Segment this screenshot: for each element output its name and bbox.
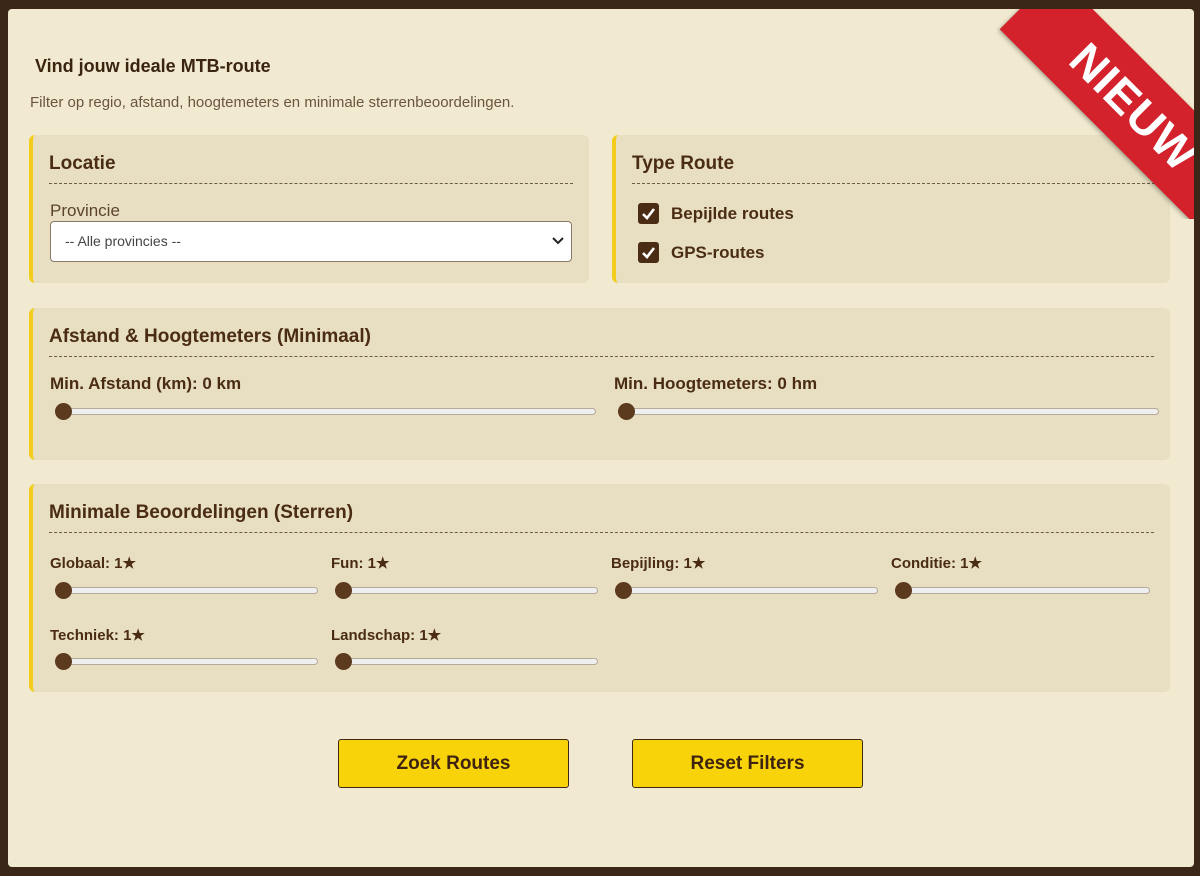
slider-track xyxy=(335,587,598,594)
slider-thumb[interactable] xyxy=(335,653,352,670)
slider-track xyxy=(615,587,878,594)
rating-label-bepijling: Bepijling: 1★ xyxy=(611,555,706,572)
reset-filters-button[interactable]: Reset Filters xyxy=(632,739,863,788)
new-badge: NIEUW xyxy=(999,9,1194,219)
location-heading: Locatie xyxy=(49,153,573,184)
slider-thumb[interactable] xyxy=(55,582,72,599)
slider-track xyxy=(895,587,1150,594)
slider-thumb[interactable] xyxy=(615,582,632,599)
slider-track xyxy=(335,658,598,665)
rating-slider-fun[interactable] xyxy=(335,582,598,599)
search-routes-button[interactable]: Zoek Routes xyxy=(338,739,569,788)
checkbox-checked-icon[interactable] xyxy=(638,242,659,263)
distance-panel: Afstand & Hoogtemeters (Minimaal) Min. A… xyxy=(29,308,1170,460)
rating-slider-bepijling[interactable] xyxy=(615,582,878,599)
distance-label: Min. Afstand (km): 0 km xyxy=(50,374,242,393)
checkbox-checked-icon[interactable] xyxy=(638,203,659,224)
slider-track xyxy=(618,408,1159,415)
chevron-down-icon xyxy=(552,237,564,245)
checkbox-label: Bepijlde routes xyxy=(671,203,794,223)
page-subtitle: Filter op regio, afstand, hoogtemeters e… xyxy=(30,94,515,111)
province-select[interactable]: -- Alle provincies -- xyxy=(50,221,572,262)
rating-slider-landschap[interactable] xyxy=(335,653,598,670)
checkbox-bepijlde-routes[interactable]: Bepijlde routes xyxy=(638,203,794,224)
rating-label-fun: Fun: 1★ xyxy=(331,555,390,572)
province-label: Provincie xyxy=(50,201,120,220)
checkbox-label: GPS-routes xyxy=(671,242,765,262)
slider-thumb[interactable] xyxy=(55,653,72,670)
rating-slider-conditie[interactable] xyxy=(895,582,1150,599)
slider-thumb[interactable] xyxy=(55,403,72,420)
rating-label-conditie: Conditie: 1★ xyxy=(891,555,982,572)
slider-thumb[interactable] xyxy=(618,403,635,420)
slider-track xyxy=(55,408,596,415)
slider-track xyxy=(55,587,318,594)
rating-label-landschap: Landschap: 1★ xyxy=(331,627,442,644)
ratings-heading: Minimale Beoordelingen (Sterren) xyxy=(49,502,1154,533)
new-ribbon: NIEUW xyxy=(964,9,1194,219)
checkbox-gps-routes[interactable]: GPS-routes xyxy=(638,242,765,263)
elevation-label: Min. Hoogtemeters: 0 hm xyxy=(614,374,818,393)
rating-slider-techniek[interactable] xyxy=(55,653,318,670)
distance-slider[interactable] xyxy=(55,403,596,420)
ratings-panel: Minimale Beoordelingen (Sterren) Globaal… xyxy=(29,484,1170,692)
rating-label-techniek: Techniek: 1★ xyxy=(50,627,145,644)
province-select-value: -- Alle provincies -- xyxy=(65,233,181,249)
slider-track xyxy=(55,658,318,665)
slider-thumb[interactable] xyxy=(335,582,352,599)
filter-card: Vind jouw ideale MTB-route Filter op reg… xyxy=(8,9,1194,867)
rating-label-globaal: Globaal: 1★ xyxy=(50,555,136,572)
slider-thumb[interactable] xyxy=(895,582,912,599)
page-title: Vind jouw ideale MTB-route xyxy=(35,56,271,76)
location-panel: Locatie Provincie -- Alle provincies -- xyxy=(29,135,589,283)
rating-slider-globaal[interactable] xyxy=(55,582,318,599)
distance-heading: Afstand & Hoogtemeters (Minimaal) xyxy=(49,326,1154,357)
elevation-slider[interactable] xyxy=(618,403,1159,420)
